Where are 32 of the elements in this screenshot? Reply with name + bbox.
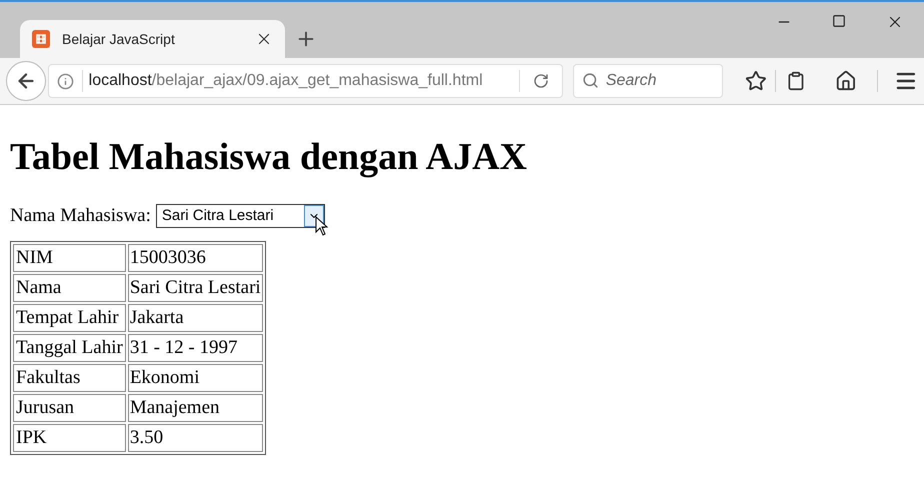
- reload-icon[interactable]: [532, 73, 549, 89]
- table-cell: Jurusan: [13, 394, 126, 422]
- search-field[interactable]: Search: [572, 64, 723, 98]
- table-cell: 3.50: [128, 424, 263, 452]
- student-select[interactable]: Sari Citra Lestari: [156, 204, 325, 228]
- table-cell: Fakultas: [13, 364, 126, 392]
- tab-title: Belajar JavaScript: [62, 30, 176, 49]
- table-cell: Manajemen: [128, 394, 263, 422]
- maximize-icon[interactable]: [832, 14, 846, 28]
- browser-tab[interactable]: Belajar JavaScript: [20, 20, 285, 58]
- table-cell: 15003036: [128, 244, 263, 272]
- url-text: localhost/belajar_ajax/09.ajax_get_mahasiswa_full.html: [88, 71, 484, 91]
- home-icon[interactable]: [835, 70, 858, 92]
- app-logo-icon: [32, 30, 50, 48]
- back-button[interactable]: [6, 61, 46, 101]
- info-icon[interactable]: [56, 72, 74, 90]
- table-cell: IPK: [13, 424, 126, 452]
- mouse-cursor-icon: [315, 216, 329, 236]
- table-cell: Tempat Lahir: [13, 304, 126, 332]
- table-cell: NIM: [13, 244, 126, 272]
- search-icon: [582, 72, 599, 89]
- clipboard-icon[interactable]: [786, 71, 806, 91]
- table-cell: 31 - 12 - 1997: [128, 334, 263, 362]
- table-cell: Jakarta: [128, 304, 263, 332]
- table-cell: Ekonomi: [128, 364, 263, 392]
- address-bar[interactable]: localhost/belajar_ajax/09.ajax_get_mahasiswa_full.html: [48, 64, 563, 98]
- select-label: Nama Mahasiswa:: [10, 204, 151, 228]
- table-cell: Sari Citra Lestari: [128, 274, 263, 302]
- table-cell: Tanggal Lahir: [13, 334, 126, 362]
- page-heading: Tabel Mahasiswa dengan AJAX: [10, 135, 528, 180]
- star-icon[interactable]: [744, 70, 767, 92]
- table-cell: Nama: [13, 274, 126, 302]
